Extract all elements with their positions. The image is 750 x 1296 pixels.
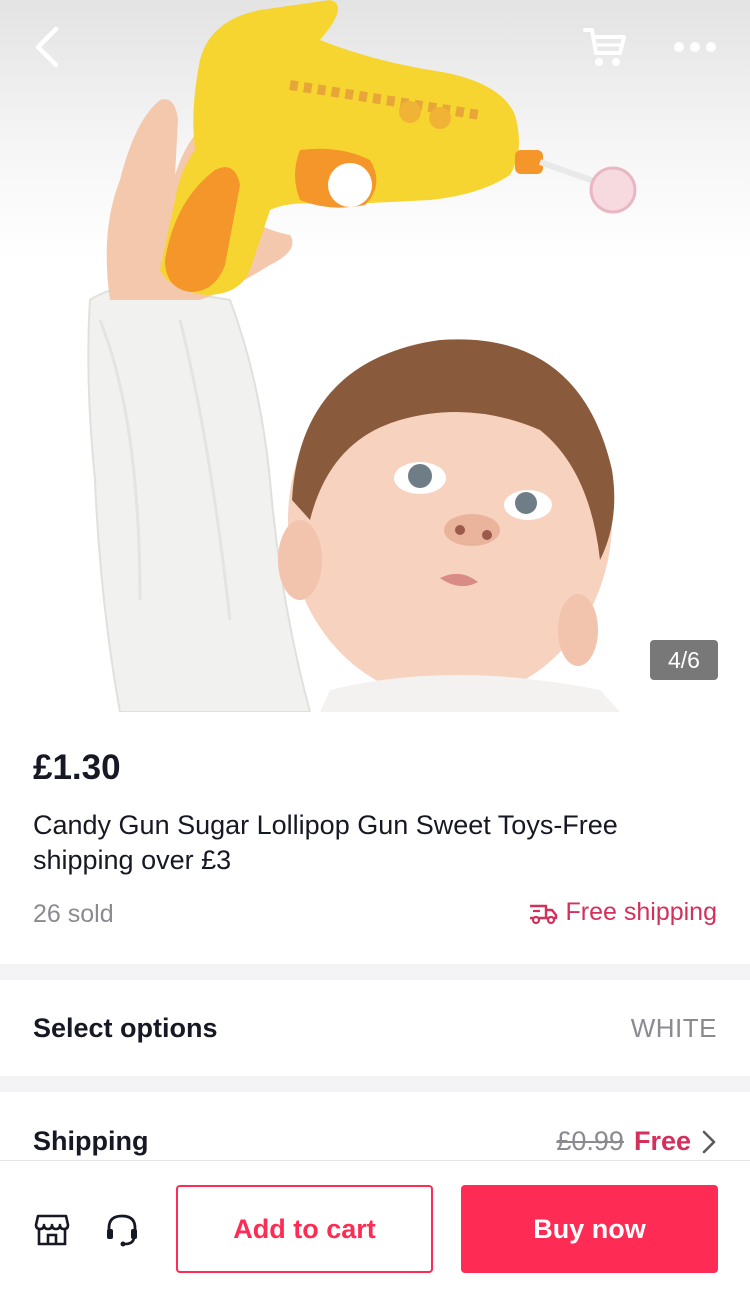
- shipping-old-price: £0.99: [556, 1126, 624, 1156]
- bottom-action-bar: Add to cart Buy now: [0, 1160, 750, 1296]
- section-divider: [0, 1076, 750, 1092]
- shop-icon: [34, 1214, 70, 1246]
- cart-button[interactable]: [578, 20, 632, 74]
- free-shipping-label: Free shipping: [565, 898, 717, 926]
- shipping-new-price: Free: [633, 1126, 691, 1156]
- image-counter: 4/6: [650, 640, 718, 680]
- add-to-cart-button[interactable]: Add to cart: [176, 1185, 433, 1273]
- free-shipping-badge: Free shipping: [528, 898, 717, 927]
- product-gallery[interactable]: 4/6: [0, 0, 750, 712]
- shipping-price: £0.99 Free: [556, 1126, 717, 1157]
- chevron-right-icon: [702, 1130, 716, 1153]
- product-image: [87, 0, 637, 712]
- product-title: Candy Gun Sugar Lollipop Gun Sweet Toys-…: [33, 810, 618, 875]
- headset-icon: [107, 1214, 137, 1247]
- shipping-row[interactable]: Shipping £0.99 Free: [0, 1092, 750, 1160]
- product-price: £1.30: [33, 748, 121, 787]
- buy-now-button[interactable]: Buy now: [461, 1185, 718, 1273]
- cart-icon: [583, 28, 626, 66]
- delivery-truck-icon: [529, 904, 557, 924]
- shipping-label: Shipping: [33, 1126, 149, 1156]
- sold-count: 26 sold: [33, 900, 114, 928]
- select-options-row[interactable]: Select options WHITE: [0, 980, 750, 1076]
- product-info: £1.30 Candy Gun Sugar Lollipop Gun Sweet…: [0, 712, 750, 964]
- selected-option-value: WHITE: [630, 1012, 717, 1043]
- more-dots-icon: [674, 42, 716, 52]
- shop-button[interactable]: [32, 1209, 72, 1249]
- more-button[interactable]: [668, 22, 722, 72]
- section-divider: [0, 964, 750, 980]
- back-button[interactable]: [22, 22, 72, 72]
- customer-service-button[interactable]: [102, 1209, 142, 1249]
- select-options-label: Select options: [33, 1012, 218, 1043]
- chevron-left-icon: [35, 26, 59, 68]
